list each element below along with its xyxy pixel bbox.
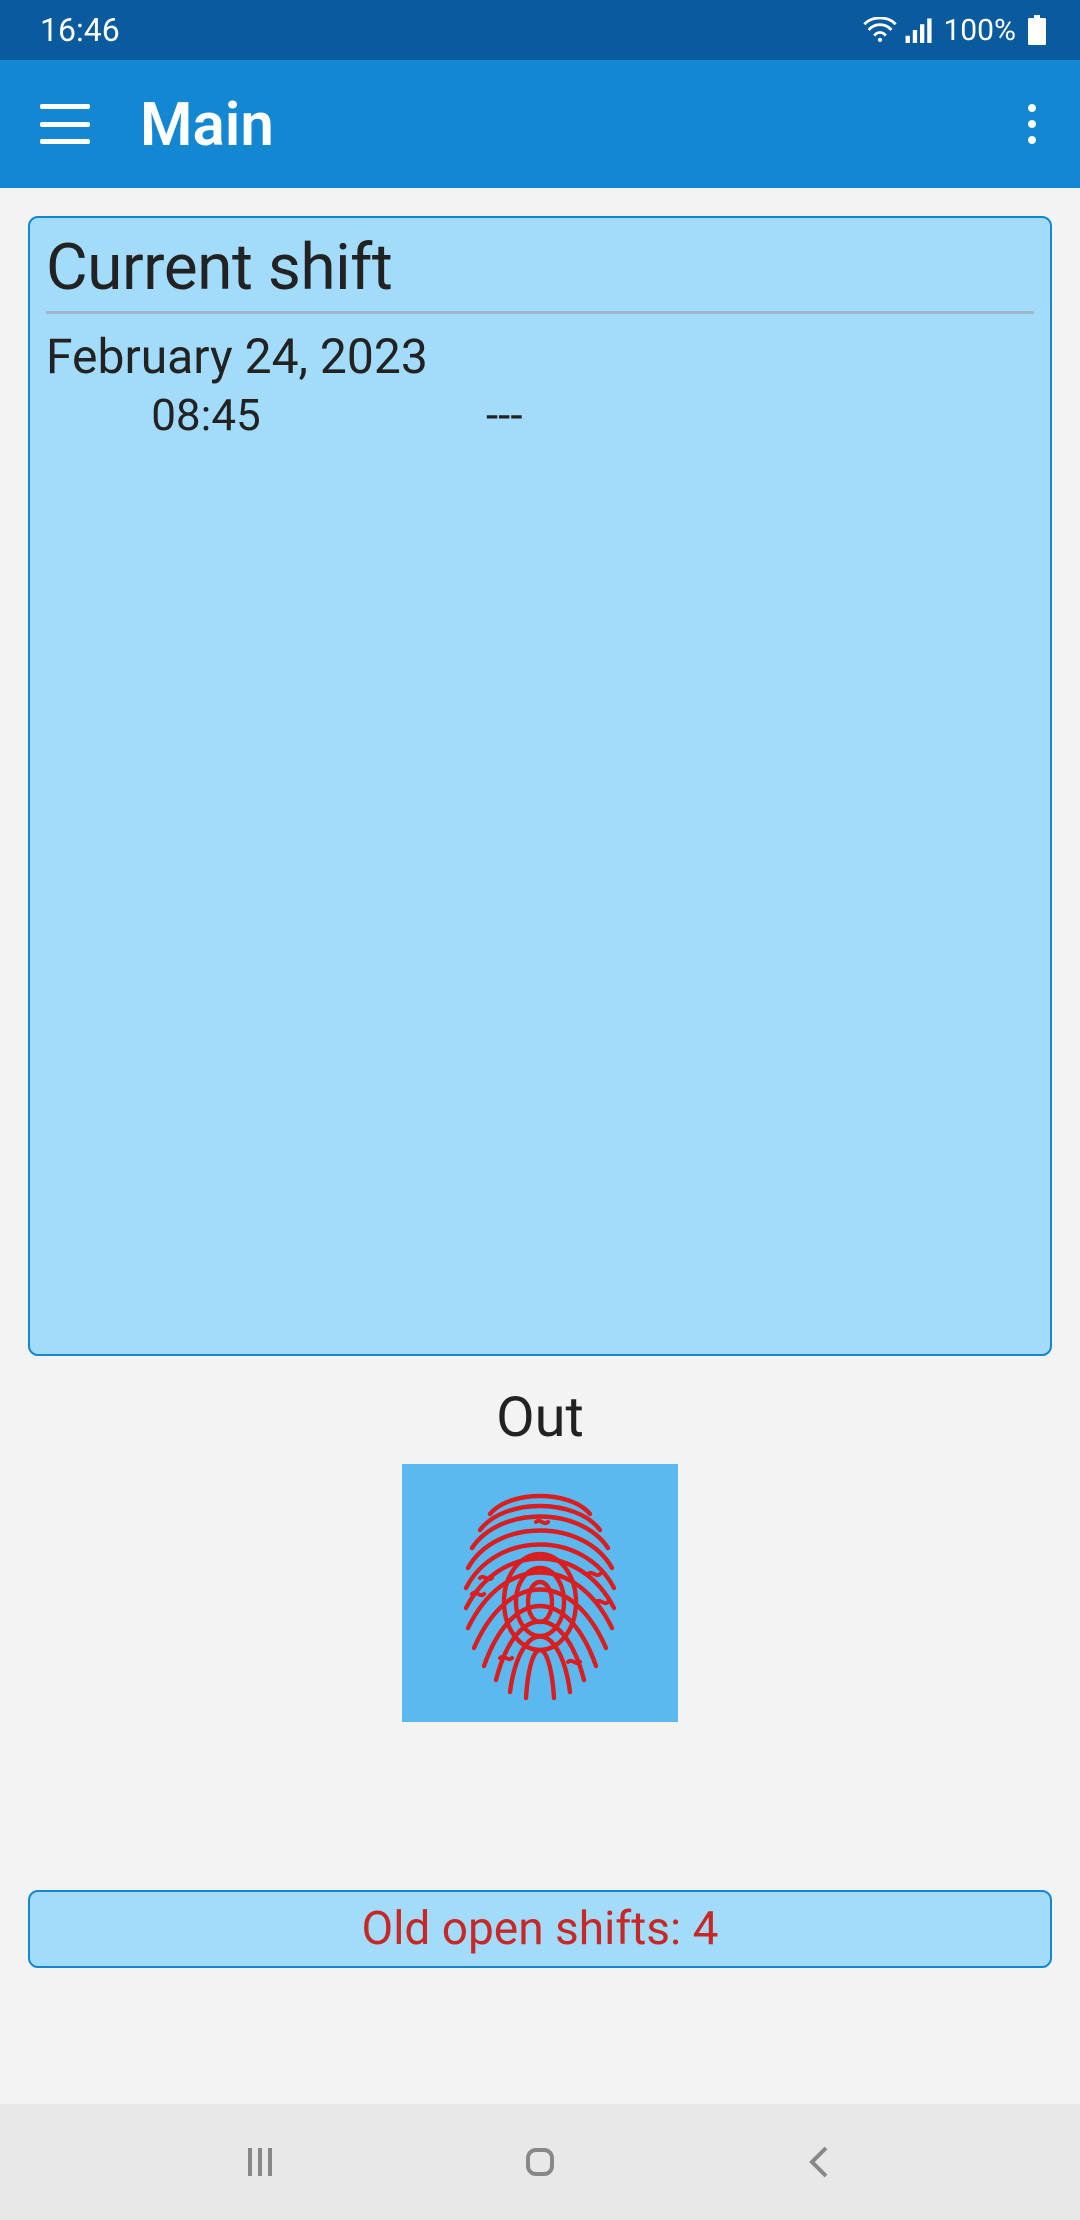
shift-date: February 24, 2023 xyxy=(46,328,1034,385)
battery-percent: 100% xyxy=(943,13,1016,48)
android-nav-bar xyxy=(0,2104,1080,2220)
wifi-icon xyxy=(863,17,897,43)
card-title: Current shift xyxy=(46,230,1034,305)
battery-icon xyxy=(1028,15,1046,45)
shift-start-time: 08:45 xyxy=(46,389,366,441)
hamburger-menu-icon[interactable] xyxy=(40,104,90,144)
action-label: Out xyxy=(28,1384,1052,1450)
fingerprint-button[interactable] xyxy=(402,1464,678,1722)
content-area: Current shift February 24, 2023 08:45 --… xyxy=(0,188,1080,2104)
more-options-icon[interactable] xyxy=(1012,94,1052,154)
shift-times-row: 08:45 --- xyxy=(46,389,1034,441)
divider xyxy=(46,311,1034,314)
status-icons: 100% xyxy=(863,13,1046,48)
fingerprint-icon xyxy=(440,1478,640,1708)
app-bar: Main xyxy=(0,60,1080,188)
recent-apps-icon[interactable] xyxy=(240,2142,280,2182)
status-bar: 16:46 100% xyxy=(0,0,1080,60)
status-time: 16:46 xyxy=(40,11,120,49)
current-shift-card[interactable]: Current shift February 24, 2023 08:45 --… xyxy=(28,216,1052,1356)
back-icon[interactable] xyxy=(800,2142,840,2182)
shift-end-time: --- xyxy=(486,389,522,441)
home-icon[interactable] xyxy=(520,2142,560,2182)
old-open-shifts-button[interactable]: Old open shifts: 4 xyxy=(28,1890,1052,1968)
page-title: Main xyxy=(140,89,1012,160)
old-shifts-label: Old open shifts: 4 xyxy=(362,1902,719,1956)
signal-icon xyxy=(905,17,935,43)
